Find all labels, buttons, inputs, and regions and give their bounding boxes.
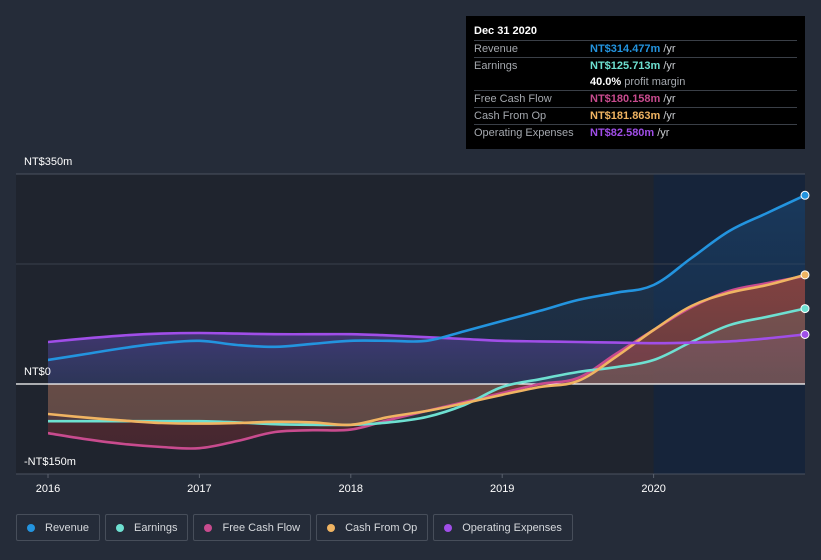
legend-label: Revenue (45, 521, 90, 534)
free-cash-flow-dot-icon (204, 523, 213, 532)
tooltip-row-profit-margin: 40.0% profit margin (474, 74, 797, 91)
tooltip: Dec 31 2020 Revenue NT$314.477m /yr Earn… (466, 16, 805, 149)
tooltip-value: NT$314.477m (590, 43, 661, 55)
tooltip-row-earnings: Earnings NT$125.713m /yr (474, 58, 797, 74)
tooltip-row-revenue: Revenue NT$314.477m /yr (474, 41, 797, 58)
cash-from-op-dot-icon (327, 523, 336, 532)
tooltip-value: NT$180.158m (590, 93, 661, 105)
y-axis-label: -NT$150m (24, 456, 76, 468)
tooltip-unit: profit margin (624, 76, 686, 88)
tooltip-row-cash-from-op: Cash From Op NT$181.863m /yr (474, 108, 797, 125)
legend-label: Cash From Op (345, 521, 418, 534)
x-tick-label: 2018 (339, 483, 363, 495)
legend-item-operating-expenses[interactable]: Operating Expenses (433, 514, 573, 541)
x-tick-label: 2019 (490, 483, 514, 495)
marker-earnings[interactable] (800, 304, 810, 314)
legend-label: Earnings (134, 521, 178, 534)
tooltip-label: Operating Expenses (474, 127, 574, 139)
tooltip-unit: /yr (663, 60, 676, 72)
tooltip-unit: /yr (663, 93, 676, 105)
x-tick-label: 2016 (36, 483, 60, 495)
marker-operating-expenses[interactable] (800, 329, 810, 339)
marker-cash-from-op[interactable] (800, 270, 810, 280)
tooltip-label: Cash From Op (474, 110, 547, 122)
y-axis-label: NT$350m (24, 156, 72, 168)
legend-item-revenue[interactable]: Revenue (16, 514, 101, 541)
tooltip-row-free-cash-flow: Free Cash Flow NT$180.158m /yr (474, 91, 797, 108)
tooltip-unit: /yr (663, 43, 676, 55)
y-axis-label: NT$0 (24, 366, 51, 378)
legend: Revenue Earnings Free Cash Flow Cash Fro… (16, 514, 573, 541)
revenue-dot-icon (27, 523, 35, 532)
tooltip-value: NT$181.863m (590, 110, 661, 122)
tooltip-label: Revenue (474, 43, 519, 55)
earnings-dot-icon (116, 523, 125, 532)
tooltip-label: Earnings (474, 60, 518, 72)
legend-label: Operating Expenses (462, 521, 562, 534)
tooltip-unit: /yr (663, 110, 676, 122)
x-tick-label: 2017 (187, 483, 211, 495)
tooltip-label (474, 74, 590, 90)
tooltip-label: Free Cash Flow (474, 93, 552, 105)
marker-revenue[interactable] (800, 190, 810, 200)
legend-item-earnings[interactable]: Earnings (105, 514, 189, 541)
tooltip-value: NT$125.713m (590, 60, 661, 72)
legend-label: Free Cash Flow (222, 521, 301, 534)
tooltip-unit: /yr (657, 127, 670, 139)
x-tick-label: 2020 (641, 483, 665, 495)
tooltip-title: Dec 31 2020 (474, 22, 797, 41)
legend-item-cash-from-op[interactable]: Cash From Op (316, 514, 429, 541)
operating-expenses-dot-icon (444, 523, 453, 532)
tooltip-value: NT$82.580m (590, 127, 655, 139)
tooltip-row-operating-expenses: Operating Expenses NT$82.580m /yr (474, 125, 797, 141)
tooltip-value: 40.0% (590, 76, 622, 88)
legend-item-free-cash-flow[interactable]: Free Cash Flow (193, 514, 312, 541)
